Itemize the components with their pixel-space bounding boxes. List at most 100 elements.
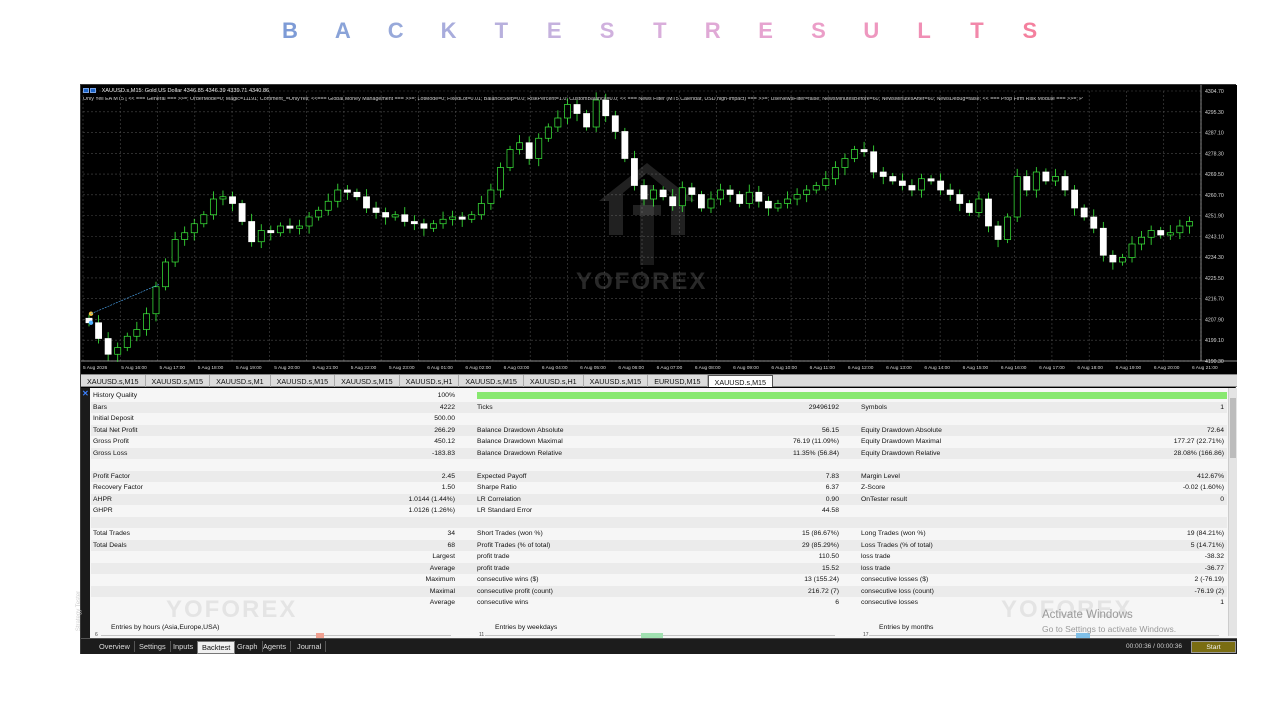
cell-label: Equity Drawdown Absolute [861, 426, 942, 434]
cell-value: 266.29 [434, 426, 455, 434]
price-tick-label: 4207.90 [1205, 317, 1224, 323]
candlestick [592, 99, 600, 128]
time-tick-label: 6 Aug 17:00 [1039, 365, 1065, 371]
candlestick [640, 185, 648, 200]
candlestick [860, 149, 868, 153]
entries-chart-title: Entries by hours (Asia,Europe,USA) [111, 624, 220, 631]
tester-scrollbar[interactable] [1228, 388, 1237, 636]
price-chart[interactable]: 4304.70 4295.30 4287.10 4278.30 4269.50 4260.… [81, 85, 1237, 374]
time-tick-label: 6 Aug 10:00 [771, 365, 797, 371]
test-timer: 00:00:36 / 00:00:36 [1126, 643, 1183, 650]
candlestick [343, 189, 351, 193]
candlestick [123, 335, 131, 348]
tab-agents[interactable]: Agents [259, 641, 292, 652]
table-row: Maximum consecutive wins ($) 13 (155.24) co… [91, 574, 1227, 586]
time-tick-label: 6 Aug 09:00 [733, 365, 759, 371]
candlestick [1138, 236, 1145, 245]
candlestick [621, 131, 629, 159]
cell-value: 0 [1220, 495, 1224, 503]
candlestick [114, 347, 122, 355]
title-letter: T [653, 18, 667, 43]
candlestick [1147, 230, 1155, 238]
chart-symbol-info: XAUUSD.s,M15: Gold US Dollar 4346.85 434… [101, 87, 270, 94]
candlestick [1176, 225, 1184, 234]
cell-label: Symbols [861, 403, 888, 411]
symbol-tab[interactable]: XAUUSD.s,H1 [400, 375, 460, 387]
candlestick [95, 322, 102, 339]
cell-value: 28.08% (166.86) [1173, 449, 1224, 457]
symbol-tab[interactable]: XAUUSD.s,M15 [707, 375, 774, 387]
candlestick [363, 196, 370, 209]
cell-value: Average [429, 599, 455, 606]
price-tick-label: 4269.50 [1205, 172, 1224, 178]
tab-journal[interactable]: Journal [293, 641, 327, 652]
cell-label: loss trade [861, 564, 891, 572]
tab-backtest[interactable]: Backtest [197, 641, 236, 654]
candlestick [707, 198, 715, 209]
start-button[interactable]: Start [1191, 641, 1236, 653]
tab-overview[interactable]: Overview [95, 641, 135, 652]
chart-symbol-tabs: XAUUSD.s,M15 XAUUSD.s,M15 XAUUSD.s,M1 XAUUS… [81, 374, 1237, 387]
cell-label: Gross Profit [93, 438, 129, 445]
candlestick [238, 203, 246, 222]
tester-watermark-left: YOFOREX [166, 596, 298, 623]
time-tick-label: 6 Aug 15:00 [963, 365, 989, 371]
symbol-tab[interactable]: XAUUSD.s,M15 [271, 375, 336, 387]
cell-value: 29 (85.29%) [801, 541, 839, 549]
chart-window-icons[interactable] [83, 88, 97, 95]
candlestick [152, 286, 160, 315]
symbol-tab[interactable]: XAUUSD.s,M15 [459, 375, 524, 387]
candlestick [611, 115, 619, 132]
candlestick [965, 203, 973, 213]
cell-value: 500.00 [434, 415, 455, 422]
title-letter: A [334, 18, 351, 43]
table-row: Bars 4222 Ticks 29496192 Symbols 1 [91, 401, 1227, 413]
cell-label: Gross Loss [93, 449, 128, 457]
cell-label: Initial Deposit [93, 415, 134, 422]
price-tick-label: 4260.70 [1205, 193, 1224, 199]
candlestick-chart: 4304.70 4295.30 4287.10 4278.30 4269.50 4260.… [81, 85, 1237, 371]
title-letter: K [440, 18, 457, 43]
chart-watermark-text: YOFOREX [576, 268, 708, 295]
cell-value: 110.50 [818, 553, 839, 560]
table-row: Recovery Factor 1.50 Sharpe Ratio 6.37 Z-Sco… [91, 482, 1227, 494]
symbol-tab[interactable]: EURUSD,M15 [648, 375, 708, 387]
cell-label: Long Trades (won %) [861, 530, 926, 537]
table-row [91, 459, 1227, 471]
tab-settings[interactable]: Settings [135, 641, 171, 652]
cell-value: 177.27 (22.71%) [1173, 438, 1224, 445]
price-tick-label: 4216.70 [1205, 297, 1224, 303]
symbol-tab[interactable]: XAUUSD.s,H1 [524, 375, 584, 387]
scrollbar-thumb[interactable] [1230, 398, 1236, 458]
table-row [91, 516, 1227, 528]
price-tick-label: 4234.30 [1205, 255, 1224, 261]
symbol-tab[interactable]: XAUUSD.s,M15 [335, 375, 400, 387]
price-tick-label: 4251.90 [1205, 214, 1224, 220]
time-tick-label: 5 Aug 23:00 [389, 365, 415, 371]
title-letter: C [387, 18, 404, 43]
cell-value: 1 [1220, 403, 1224, 411]
close-icon[interactable]: ✕ [82, 389, 89, 398]
candlestick [851, 149, 858, 159]
symbol-tab[interactable]: XAUUSD.s,M1 [210, 375, 271, 387]
candlestick [1119, 257, 1126, 263]
terminal-window: 4304.70 4295.30 4287.10 4278.30 4269.50 4260.… [76, 84, 1237, 654]
table-row: AHPR 1.0144 (1.44%) LR Correlation 0.90 OnTe… [91, 493, 1227, 505]
symbol-tab[interactable]: XAUUSD.s,M15 [146, 375, 211, 387]
tab-inputs[interactable]: Inputs [169, 641, 199, 652]
title-letter: B [282, 18, 298, 43]
time-tick-label: 5 Aug 16:00 [121, 365, 147, 371]
symbol-tab[interactable]: XAUUSD.s,M15 [81, 375, 146, 387]
cell-label: Expected Payoff [477, 472, 527, 480]
candlestick [822, 178, 830, 186]
candlestick [535, 137, 543, 159]
candlestick [650, 189, 657, 200]
strategy-tester-label: Strategy Tester [76, 590, 83, 632]
strategy-tester-panel: History Quality 100% Bars 4222 Ticks 29496192… [81, 388, 1237, 638]
cell-value: 4222 [439, 403, 455, 411]
time-tick-label: 6 Aug 01:00 [427, 365, 453, 371]
cell-label: loss trade [861, 553, 891, 560]
candlestick [956, 194, 964, 204]
symbol-tab[interactable]: XAUUSD.s,M15 [584, 375, 649, 387]
cell-label: Total Net Profit [93, 426, 138, 434]
